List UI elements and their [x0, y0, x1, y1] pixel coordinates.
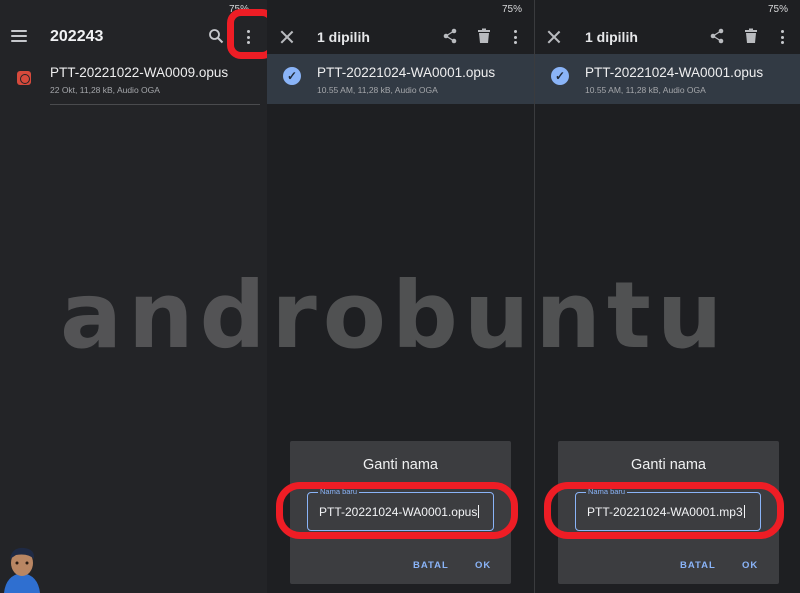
cancel-button[interactable]: BATAL: [413, 560, 449, 571]
selection-panel-opus: 75% 1 dipilih ✓ PTT-20221024-WA0001.opus…: [267, 0, 534, 593]
dialog-title: Ganti nama: [363, 457, 438, 473]
file-name: PTT-20221024-WA0001.opus: [317, 65, 496, 80]
dialog-title: Ganti nama: [631, 457, 706, 473]
delete-icon[interactable]: [744, 28, 758, 44]
cancel-button[interactable]: BATAL: [680, 560, 716, 571]
check-circle-icon[interactable]: ✓: [551, 67, 569, 85]
selection-panel-mp3: 75% 1 dipilih ✓ PTT-20221024-WA0001.opus…: [534, 0, 800, 593]
close-icon[interactable]: [547, 30, 561, 44]
selected-list-item[interactable]: ✓ PTT-20221024-WA0001.opus 10.55 AM, 11,…: [535, 54, 800, 104]
divider: [50, 104, 260, 105]
ok-button[interactable]: OK: [475, 560, 491, 571]
battery-indicator: 75%: [767, 4, 788, 15]
selection-count: 1 dipilih: [585, 29, 638, 45]
screenshot-root: 75% 202243 PTT-20221022-WA0009.opus 22 O…: [0, 0, 800, 593]
selection-count: 1 dipilih: [317, 29, 370, 45]
avatar: [0, 545, 46, 593]
ok-button[interactable]: OK: [742, 560, 758, 571]
more-vert-icon[interactable]: [778, 29, 788, 45]
close-icon[interactable]: [280, 30, 294, 44]
check-circle-icon[interactable]: ✓: [283, 67, 301, 85]
share-icon[interactable]: [442, 28, 458, 44]
search-icon[interactable]: [208, 28, 224, 44]
folder-title: 202243: [50, 28, 104, 45]
delete-icon[interactable]: [477, 28, 491, 44]
file-meta: 22 Okt, 11,28 kB, Audio OGA: [50, 85, 160, 95]
file-list-panel: 75% 202243 PTT-20221022-WA0009.opus 22 O…: [0, 0, 267, 593]
file-name: PTT-20221024-WA0001.opus: [585, 65, 764, 80]
share-icon[interactable]: [709, 28, 725, 44]
file-name: PTT-20221022-WA0009.opus: [50, 65, 229, 80]
file-meta: 10.55 AM, 11,28 kB, Audio OGA: [317, 85, 438, 95]
highlight-ring-more-menu: [227, 9, 267, 59]
battery-indicator: 75%: [501, 4, 522, 15]
more-vert-icon[interactable]: [511, 29, 521, 45]
highlight-ring-name-field: [276, 482, 518, 539]
selected-list-item[interactable]: ✓ PTT-20221024-WA0001.opus 10.55 AM, 11,…: [267, 54, 534, 104]
menu-icon[interactable]: [11, 29, 27, 43]
highlight-ring-name-field: [544, 482, 784, 539]
file-meta: 10.55 AM, 11,28 kB, Audio OGA: [585, 85, 706, 95]
audio-file-icon: [17, 71, 31, 85]
